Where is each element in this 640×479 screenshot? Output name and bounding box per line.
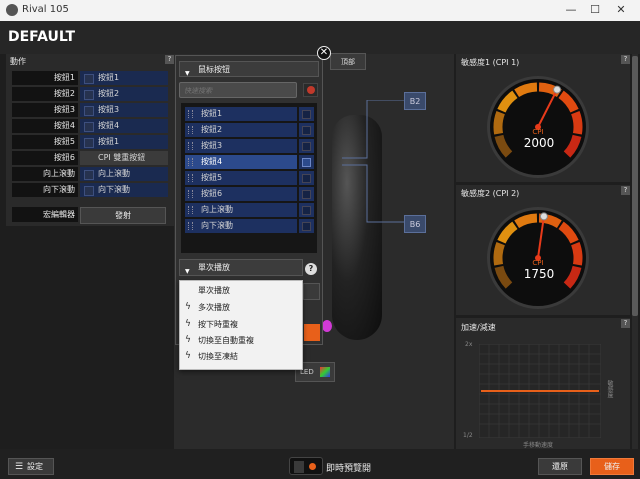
revert-button[interactable]: 還原 [538, 458, 582, 475]
profile-title: DEFAULT [8, 29, 76, 45]
play-option-single[interactable]: 單次播放 [182, 283, 300, 298]
quick-search-box[interactable] [179, 82, 302, 99]
repeat-option-box[interactable] [303, 283, 320, 300]
list-item-selected[interactable]: 按鈕4 [185, 155, 297, 169]
play-option-toggle-auto-repeat[interactable]: ϟ 切換至自動重複 [182, 333, 300, 348]
list-item-checkbox[interactable] [299, 139, 314, 153]
action-value-2[interactable]: 按鈕2 [80, 87, 168, 101]
quick-search-input[interactable] [180, 83, 302, 99]
accel-label: 加速/減速 [461, 323, 496, 332]
play-option-toggle-freeze[interactable]: ϟ 切換至凍結 [182, 349, 300, 364]
sensitivity2-value: 1750 [523, 267, 555, 281]
list-icon: ☰ [15, 462, 24, 472]
list-item[interactable]: 向下滾動 [185, 219, 297, 233]
live-preview-toggle[interactable] [289, 457, 323, 475]
sensitivity2-help-icon[interactable]: ? [621, 186, 630, 195]
action-label-4: 按鈕4 [12, 119, 78, 133]
action-label-8: 向下滾動 [12, 183, 78, 197]
action-value-7[interactable]: 向上滾動 [80, 167, 168, 181]
scrollbar-thumb[interactable] [632, 56, 638, 316]
sensitivity1-label: 敏感度1 (CPI 1) [461, 58, 520, 67]
list-item[interactable]: 按鈕6 [185, 187, 297, 201]
bolt-icon: ϟ [185, 302, 191, 312]
action-value-4[interactable]: 按鈕4 [80, 119, 168, 133]
sensitivity1-help-icon[interactable]: ? [621, 55, 630, 64]
action-value-3[interactable]: 按鈕3 [80, 103, 168, 117]
macro-fire-button[interactable]: 發射 [80, 207, 166, 224]
apply-button[interactable] [304, 324, 320, 341]
triangle-down-icon: ▼ [185, 268, 190, 275]
list-item-checkbox[interactable] [299, 187, 314, 201]
sensitivity2-gauge[interactable] [485, 205, 591, 311]
triangle-down-icon: ▼ [185, 70, 190, 77]
list-item-checkbox[interactable] [299, 107, 314, 121]
accel-x-axis-label: 手移動速度 [522, 442, 553, 449]
list-item-checkbox[interactable] [299, 203, 314, 217]
callout-lines [342, 100, 407, 223]
sensitivity1-value: 2000 [523, 136, 555, 150]
play-mode-help-icon[interactable]: ? [305, 263, 317, 275]
list-item[interactable]: 按鈕1 [185, 107, 297, 121]
action-label-3: 按鈕3 [12, 103, 78, 117]
led-glow [322, 320, 332, 332]
accel-y-bottom: 1/2 [463, 432, 473, 439]
sensitivity1-gauge[interactable] [485, 74, 591, 180]
list-item-checkbox[interactable] [299, 219, 314, 233]
bolt-icon: ϟ [185, 335, 191, 345]
callout-b2[interactable]: B2 [404, 92, 426, 110]
sensitivity2-cpi-label: CPI [532, 259, 544, 267]
list-item-checkbox[interactable] [299, 155, 314, 169]
clear-icon [307, 86, 315, 94]
play-mode-dropdown[interactable]: ▼ 單次播放 [179, 259, 303, 276]
action-value-1[interactable]: 按鈕1 [80, 71, 168, 85]
actions-title: 動作 [10, 57, 26, 66]
action-label-1: 按鈕1 [12, 71, 78, 85]
action-value-5[interactable]: 按鈕1 [80, 135, 168, 149]
macro-editor-label: 宏編輯器 [12, 207, 78, 222]
callout-b6[interactable]: B6 [404, 215, 426, 233]
popup-close-button[interactable]: ✕ [317, 46, 331, 60]
action-label-7: 向上滾動 [12, 167, 78, 181]
save-button[interactable]: 儲存 [590, 458, 634, 475]
window-title: Rival 105 [22, 4, 69, 15]
top-view-button[interactable]: 頂部 [330, 53, 366, 70]
action-label-2: 按鈕2 [12, 87, 78, 101]
list-item[interactable]: 按鈕3 [185, 139, 297, 153]
window-titlebar: Rival 105 — ☐ ✕ [0, 0, 640, 21]
search-clear-button[interactable] [303, 83, 318, 97]
list-item-checkbox[interactable] [299, 171, 314, 185]
category-dropdown[interactable]: ▼ 鼠标按钮 [179, 61, 319, 77]
list-item-checkbox[interactable] [299, 123, 314, 137]
accel-y-axis-label: 敏感度 [606, 380, 613, 398]
accel-help-icon[interactable]: ? [621, 319, 630, 328]
action-label-6: 按鈕6 [12, 151, 78, 165]
accel-y-top: 2x [465, 341, 473, 348]
sensitivity1-cpi-label: CPI [532, 128, 544, 136]
action-label-5: 按鈕5 [12, 135, 78, 149]
play-option-repeat-while-held[interactable]: ϟ 按下時重複 [182, 317, 300, 332]
bolt-icon: ϟ [185, 319, 191, 329]
live-preview-label: 即時預覽開 [326, 464, 372, 474]
list-item[interactable]: 按鈕2 [185, 123, 297, 137]
list-item[interactable]: 向上滾動 [185, 203, 297, 217]
action-value-8[interactable]: 向下滾動 [80, 183, 168, 197]
sensitivity2-label: 敏感度2 (CPI 2) [461, 189, 520, 198]
list-item[interactable]: 按鈕5 [185, 171, 297, 185]
bolt-icon: ϟ [185, 351, 191, 361]
steelseries-logo-icon [6, 4, 18, 16]
actions-help-icon[interactable]: ? [165, 55, 174, 64]
accel-graph[interactable] [479, 344, 601, 438]
action-value-6[interactable]: CPI 雙重按鈕 [80, 151, 168, 165]
close-window-button[interactable]: ✕ [598, 0, 640, 21]
config-button[interactable]: ☰ 設定 [8, 458, 54, 475]
play-option-multiple[interactable]: ϟ 多次播放 [182, 300, 300, 315]
color-swatch-icon [320, 367, 330, 377]
